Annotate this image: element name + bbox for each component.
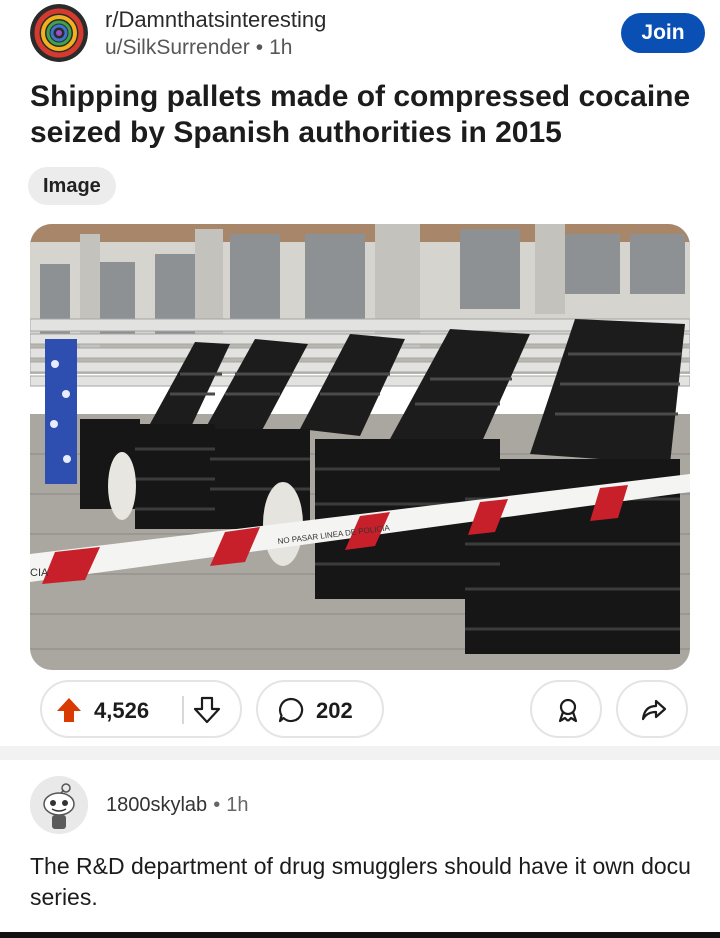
- post-title[interactable]: Shipping pallets made of compressed coca…: [30, 79, 700, 151]
- subreddit-name[interactable]: r/Damnthatsinteresting: [105, 7, 326, 33]
- vote-divider: [182, 696, 184, 724]
- comment-text: The R&D department of drug smugglers sho…: [30, 853, 691, 910]
- comment-meta: 1800skylab • 1h: [106, 794, 248, 817]
- svg-text:CIA: CIA: [30, 567, 49, 579]
- vote-control: 4,526: [40, 680, 242, 738]
- award-icon: [558, 698, 578, 723]
- meta-separator: •: [255, 36, 264, 59]
- post-image[interactable]: CIA NO PASAR LINEA DE POLICIA: [30, 224, 690, 670]
- section-separator: [0, 746, 720, 760]
- comments-button[interactable]: 202: [256, 680, 384, 738]
- comment-time: 1h: [226, 794, 249, 816]
- subreddit-avatar-icon[interactable]: [30, 4, 88, 62]
- post-meta: u/SilkSurrender • 1h: [105, 36, 292, 60]
- comment-count: 202: [316, 698, 353, 723]
- post-header: r/Damnthatsinteresting u/SilkSurrender • 1…: [0, 0, 720, 70]
- post-author[interactable]: u/SilkSurrender: [105, 36, 250, 59]
- comment: 1800skylab • 1h The R&D department of drug…: [0, 762, 720, 938]
- snoo-avatar-icon[interactable]: [30, 776, 88, 834]
- comment-author[interactable]: 1800skylab: [106, 794, 207, 816]
- downvote-icon[interactable]: [194, 696, 220, 724]
- post-flair[interactable]: Image: [28, 167, 116, 205]
- bottom-edge: [0, 932, 720, 938]
- comment-meta-separator: •: [213, 794, 221, 816]
- post-time: 1h: [269, 36, 293, 59]
- action-bar: 4,526 202: [0, 678, 720, 740]
- upvote-icon[interactable]: [56, 696, 82, 724]
- award-button[interactable]: [530, 680, 602, 738]
- comment-icon: [278, 697, 304, 723]
- join-button[interactable]: Join: [621, 13, 705, 53]
- share-button[interactable]: [616, 680, 688, 738]
- upvote-count: 4,526: [94, 698, 150, 723]
- share-icon: [641, 699, 667, 721]
